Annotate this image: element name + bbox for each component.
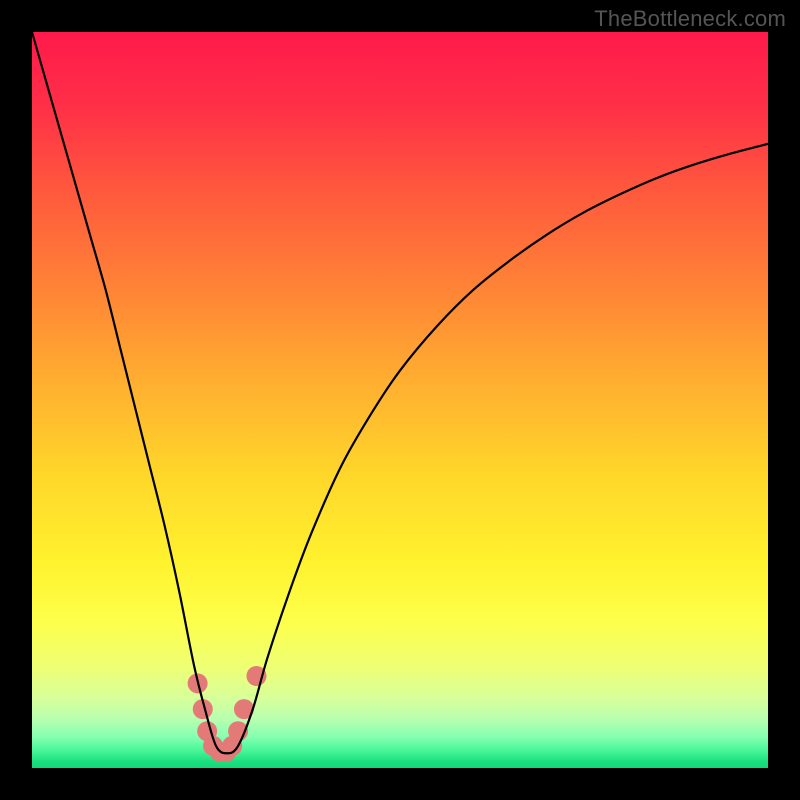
chart-svg: [32, 32, 768, 768]
watermark-text: TheBottleneck.com: [594, 6, 786, 32]
gradient-background: [32, 32, 768, 768]
chart-frame: TheBottleneck.com: [0, 0, 800, 800]
plot-area: [32, 32, 768, 768]
